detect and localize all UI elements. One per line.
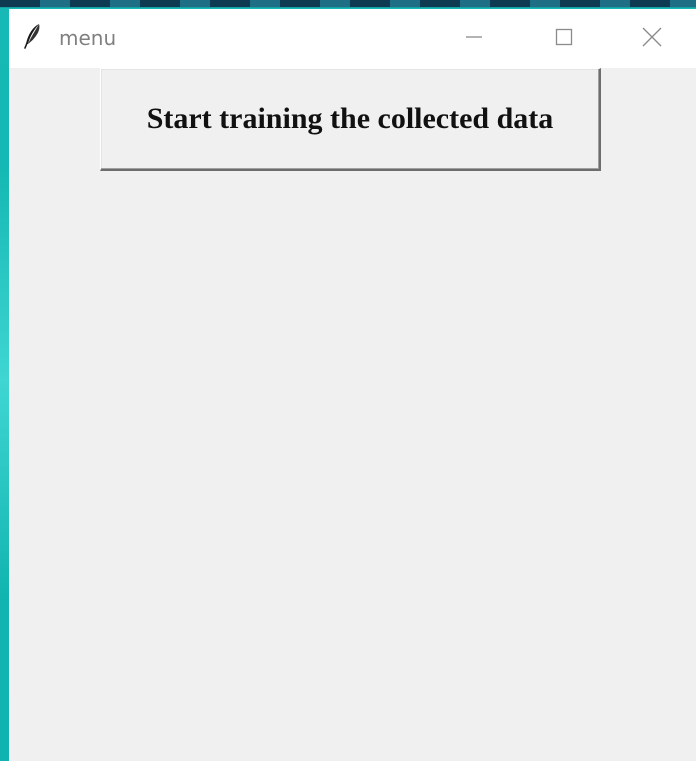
app-window: menu Start training the collected data xyxy=(9,9,696,761)
client-area: Start training the collected data xyxy=(9,68,696,761)
title-bar[interactable]: menu xyxy=(9,9,696,68)
maximize-button[interactable] xyxy=(518,9,610,68)
window-title: menu xyxy=(59,26,117,50)
minimize-icon xyxy=(464,27,484,51)
close-button[interactable] xyxy=(608,9,696,68)
desktop-background-strip xyxy=(0,0,696,7)
close-icon xyxy=(641,26,663,52)
start-training-button[interactable]: Start training the collected data xyxy=(100,68,601,171)
minimize-button[interactable] xyxy=(428,9,520,68)
maximize-icon xyxy=(554,27,574,51)
feather-icon xyxy=(22,23,44,49)
